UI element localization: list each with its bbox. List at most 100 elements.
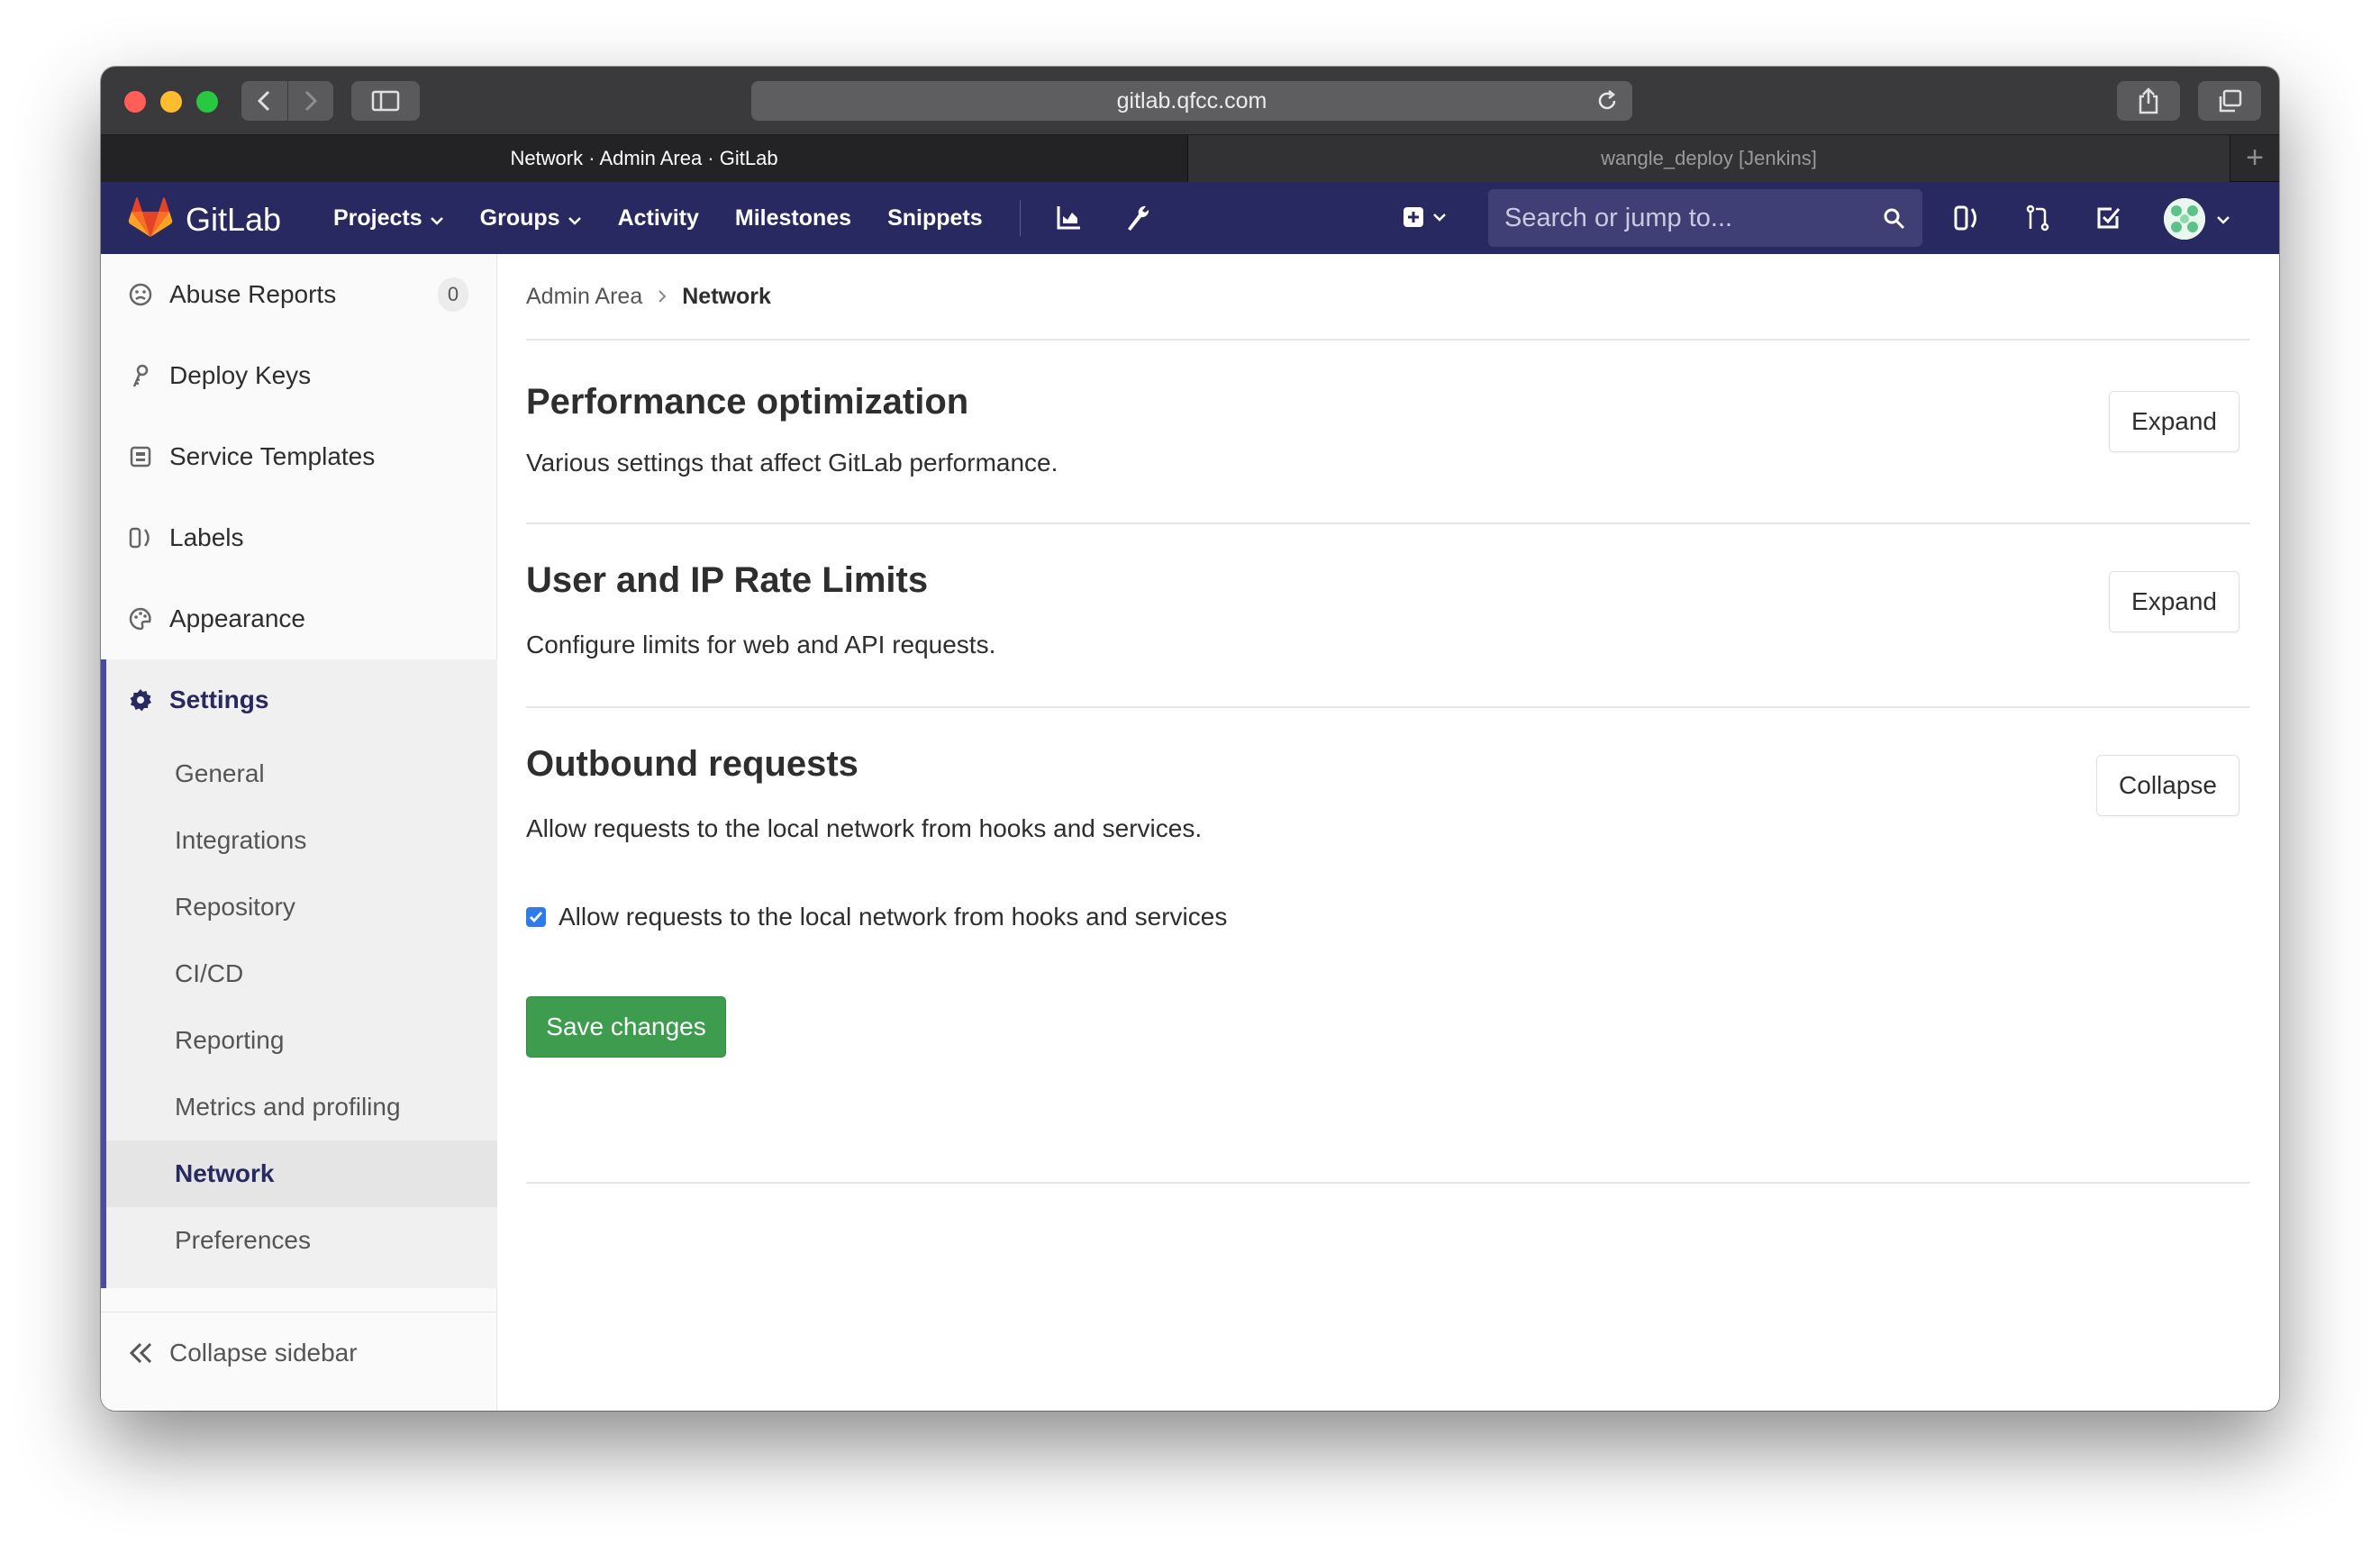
gitlab-logo-icon [128,196,173,242]
menu-activity[interactable]: Activity [618,205,699,232]
sidebar-subitem-integrations[interactable]: Integrations [106,807,497,874]
sidebar-subitem-network[interactable]: Network [106,1140,497,1207]
search-input[interactable]: Search or jump to... [1488,189,1922,247]
menu-milestones-label: Milestones [734,204,852,231]
reload-icon[interactable] [1594,88,1620,120]
checkbox-label[interactable]: Allow requests to the local network from… [559,903,1227,931]
collapse-sidebar-button[interactable]: Collapse sidebar [101,1312,497,1393]
settings-label: Settings [169,686,269,713]
sidebar-item-deploy-keys[interactable]: Deploy Keys [101,335,497,416]
menu-snippets[interactable]: Snippets [887,205,983,232]
sidebar-item-labels[interactable]: Labels [101,497,497,578]
sidebar-subitem-cicd[interactable]: CI/CD [106,940,497,1007]
breadcrumb-admin-area[interactable]: Admin Area [526,284,642,310]
back-icon[interactable] [241,81,287,121]
sidebar-item-abuse-reports[interactable]: Abuse Reports 0 [101,254,497,335]
new-tab-button[interactable]: + [2230,135,2279,181]
minimize-window-button[interactable] [160,91,182,113]
share-icon[interactable] [2117,81,2180,121]
sidebar-item-service-templates[interactable]: Service Templates [101,416,497,497]
todos-icon[interactable] [2094,204,2122,237]
save-changes-button[interactable]: Save changes [526,996,726,1058]
sidebar-toggle-icon[interactable] [351,81,420,121]
address-bar[interactable]: gitlab.qfcc.com [751,81,1632,121]
breadcrumb: Admin Area Network [526,254,2250,341]
sidebar-item-appearance[interactable]: Appearance [101,578,497,659]
key-icon [128,363,160,388]
subitem-label: Integrations [175,826,307,854]
subitem-label: Network [175,1159,275,1187]
menu-milestones[interactable]: Milestones [735,205,851,232]
subitem-label: Reporting [175,1026,285,1054]
subitem-label: Metrics and profiling [175,1093,401,1121]
chevron-down-icon [430,205,444,232]
sidebar-subitem-reporting[interactable]: Reporting [106,1007,497,1074]
sidebar-item-label: Service Templates [169,442,376,470]
menu-groups-label: Groups [479,204,560,231]
labels-icon [128,525,160,550]
section-description: Various settings that affect GitLab perf… [526,449,1058,477]
sidebar-subitem-metrics[interactable]: Metrics and profiling [106,1074,497,1140]
merge-requests-icon[interactable] [2023,204,2052,237]
zoom-window-button[interactable] [196,91,218,113]
new-item-dropdown[interactable] [1402,204,1454,235]
chevron-right-icon [657,284,668,310]
subitem-label: Preferences [175,1226,311,1254]
chevron-down-icon[interactable] [2216,213,2230,229]
history-nav [241,81,333,121]
navbar-divider [1020,200,1021,236]
search-icon[interactable] [1883,207,1906,238]
palette-icon [128,606,160,631]
sidebar-subitem-preferences[interactable]: Preferences [106,1207,497,1274]
section-description: Configure limits for web and API request… [526,631,996,658]
tab-overview-icon[interactable] [2198,81,2261,121]
gear-icon [128,687,160,713]
collapse-button[interactable]: Collapse [2096,755,2239,816]
tab-network-admin[interactable]: Network · Admin Area · GitLab [101,135,1188,182]
section-outbound-requests: Outbound requests Allow requests to the … [526,708,2250,1184]
search-placeholder: Search or jump to... [1504,203,1733,232]
sidebar-subitem-repository[interactable]: Repository [106,874,497,940]
allow-local-requests-row: Allow requests to the local network from… [526,903,1227,931]
browser-tab-bar: Network · Admin Area · GitLab wangle_dep… [101,135,2279,182]
expand-button[interactable]: Expand [2109,571,2239,632]
chart-icon[interactable] [1056,204,1083,235]
wrench-icon[interactable] [1124,204,1151,237]
gitlab-home-link[interactable]: GitLab [128,196,281,242]
allow-local-requests-checkbox[interactable] [526,907,546,927]
sidebar-item-label: Appearance [169,604,306,632]
section-title: Outbound requests [526,744,858,784]
brand-name: GitLab [186,200,282,238]
section-title: Performance optimization [526,382,969,422]
menu-groups[interactable]: Groups [480,205,582,232]
subitem-label: General [175,759,265,787]
admin-sidebar: Abuse Reports 0 Deploy Keys Service Temp… [101,254,497,1411]
browser-window: gitlab.qfcc.com Network · Admin Area · G… [101,67,2279,1411]
menu-projects-label: Projects [333,204,422,231]
plus-square-icon [1402,207,1454,234]
issues-icon[interactable] [1953,204,1982,237]
collapse-sidebar-label: Collapse sidebar [169,1338,358,1367]
sidebar-settings-group: Settings General Integrations Repository… [101,659,497,1288]
menu-activity-label: Activity [617,204,699,231]
user-avatar[interactable] [2164,198,2205,240]
subitem-label: CI/CD [175,959,244,987]
sidebar-subitem-general[interactable]: General [106,740,497,807]
section-rate-limits: User and IP Rate Limits Configure limits… [526,524,2250,708]
breadcrumb-current: Network [682,283,771,309]
sidebar-item-settings[interactable]: Settings [106,659,497,740]
sidebar-item-label: Labels [169,523,244,551]
tab-jenkins[interactable]: wangle_deploy [Jenkins] [1188,135,2230,182]
browser-toolbar: gitlab.qfcc.com [101,67,2279,135]
chevron-down-icon [568,205,582,232]
plus-icon: + [2246,141,2264,175]
forward-icon[interactable] [286,81,334,121]
menu-projects[interactable]: Projects [333,205,444,232]
expand-button[interactable]: Expand [2109,391,2239,452]
close-window-button[interactable] [124,91,146,113]
url-text: gitlab.qfcc.com [1116,87,1267,114]
double-chevron-left-icon [128,1341,160,1365]
sidebar-item-label: Deploy Keys [169,361,312,389]
abuse-count-badge: 0 [438,277,468,312]
tab-label: Network · Admin Area · GitLab [510,147,778,169]
